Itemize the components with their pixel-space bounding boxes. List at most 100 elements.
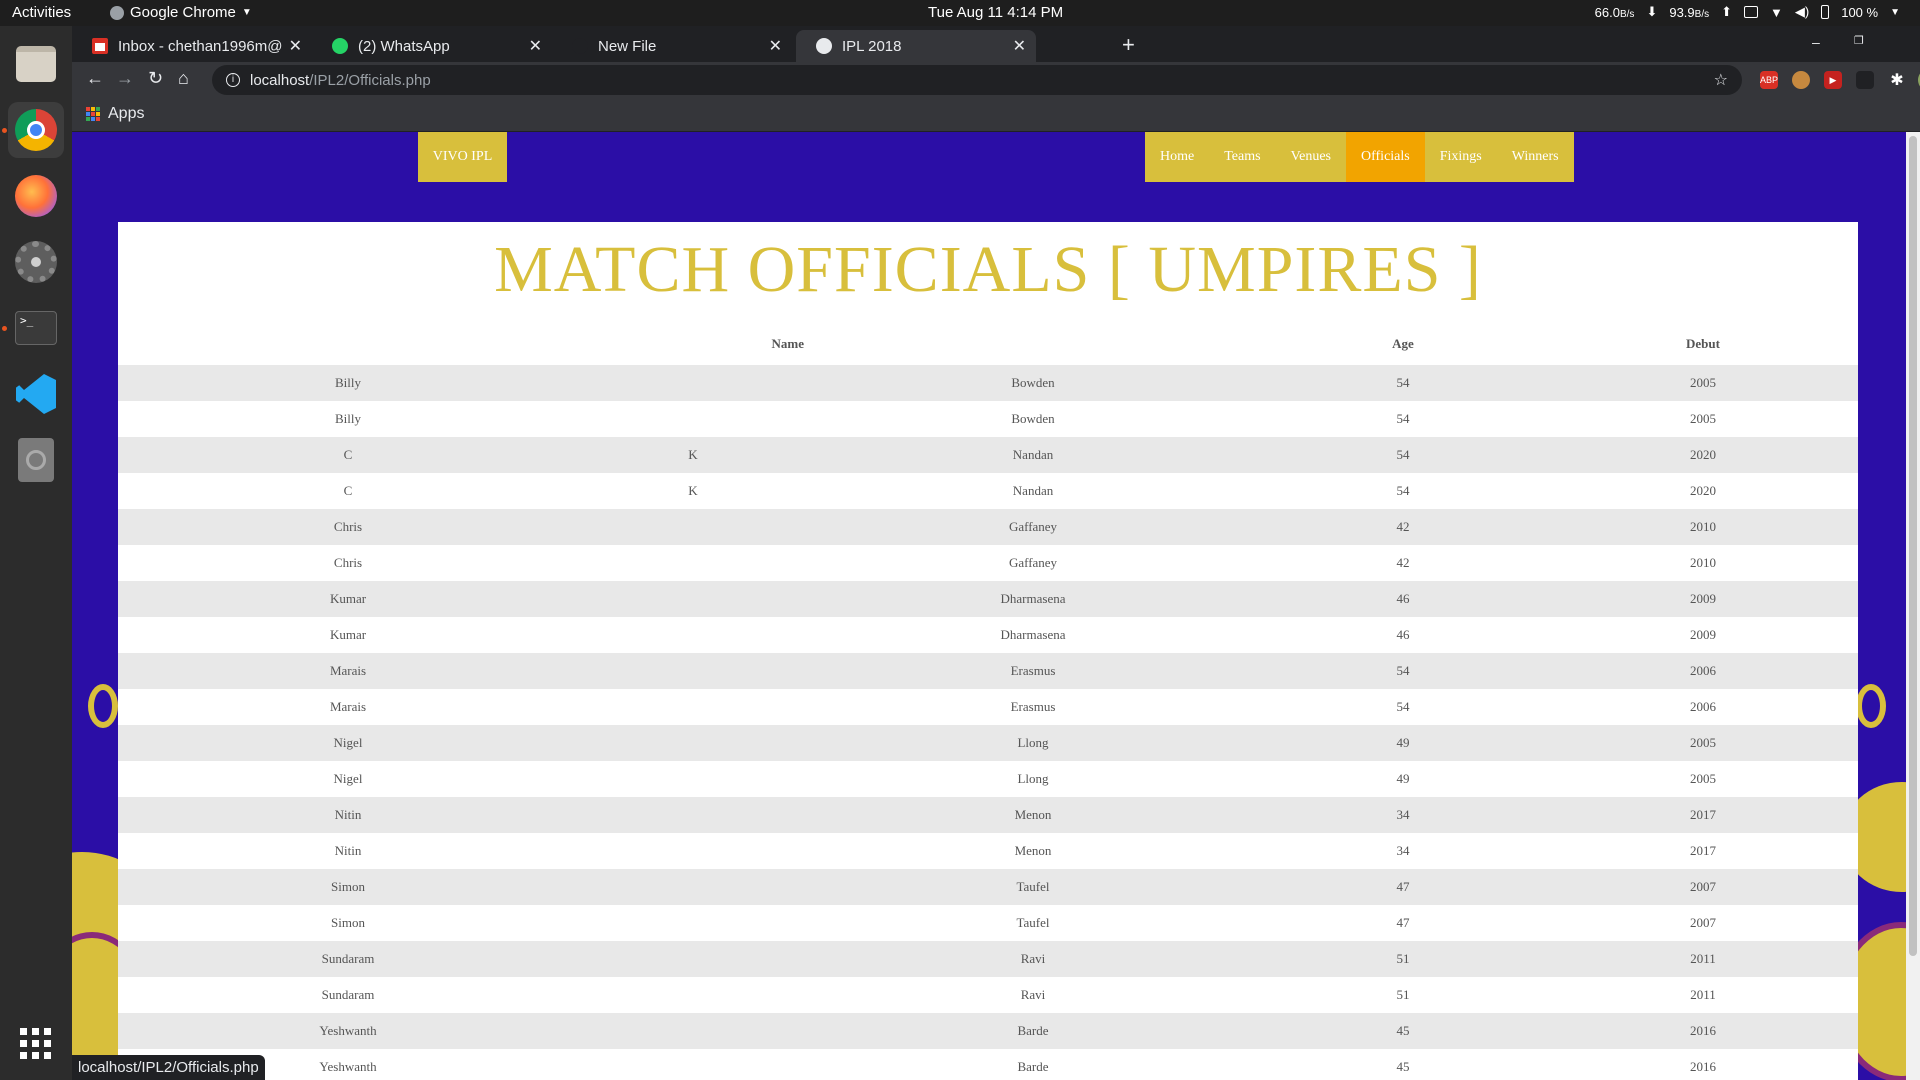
cookie-icon[interactable] (1792, 71, 1810, 89)
chrome-app-icon[interactable] (8, 102, 64, 158)
table-row: Yeshwanth Barde 45 2016 (118, 1049, 1858, 1080)
power-menu-icon: ▼ (1890, 6, 1900, 18)
first-name-cell: Nigel (333, 735, 363, 750)
bookmark-star-icon[interactable]: ☆ (1714, 70, 1728, 90)
show-applications-icon[interactable] (20, 1028, 51, 1059)
nav-winners[interactable]: Winners (1497, 132, 1574, 182)
debut-cell: 2006 (1690, 699, 1716, 714)
first-name-cell: Nitin (334, 807, 362, 822)
minimize-icon[interactable]: – (1812, 34, 1820, 50)
age-cell: 54 (1396, 483, 1410, 498)
chevron-down-icon: ▼ (241, 7, 252, 18)
last-name-cell: Ravi (1020, 987, 1046, 1002)
apps-grid-icon (86, 107, 100, 121)
nav-fixings[interactable]: Fixings (1425, 132, 1497, 182)
debut-cell: 2017 (1690, 807, 1716, 822)
decorative-ring-right (1856, 684, 1886, 728)
nav-officials[interactable]: Officials (1346, 132, 1425, 182)
ubuntu-dock: >_ (0, 26, 72, 1080)
address-bar[interactable]: i localhost /IPL2/Officials.php ☆ (212, 65, 1742, 95)
vscode-app-icon[interactable] (8, 366, 64, 422)
table-row: Billy Bowden 54 2005 (118, 401, 1858, 437)
nav-venues[interactable]: Venues (1276, 132, 1346, 182)
age-cell: 47 (1396, 915, 1410, 930)
close-icon[interactable]: ✕ (529, 36, 542, 56)
site-brand[interactable]: VIVO IPL (418, 132, 507, 182)
last-name-cell: Erasmus (1010, 699, 1056, 714)
clock[interactable]: Tue Aug 11 4:14 PM (928, 4, 1063, 21)
apps-shortcut[interactable]: Apps (86, 105, 144, 123)
net-down-speed: 66.0B/s (1595, 5, 1635, 20)
dark-mode-ext-icon[interactable] (1856, 71, 1874, 89)
debut-cell: 2010 (1690, 555, 1716, 570)
header-spacer (808, 322, 1258, 365)
tab-gmail[interactable]: Inbox - chethan1996m@ ✕ (72, 30, 312, 62)
net-down-value: 66.0 (1594, 4, 1620, 20)
video-ext-icon[interactable]: ▶ (1824, 71, 1842, 89)
apps-label: Apps (108, 105, 145, 122)
disc-app-icon[interactable] (8, 432, 64, 488)
chrome-logo-icon (15, 109, 57, 151)
folder-icon (16, 46, 56, 82)
last-name-cell: Taufel (1016, 879, 1050, 894)
forward-icon[interactable]: → (116, 68, 134, 89)
middle-name-cell (578, 725, 808, 761)
age-cell: 42 (1396, 519, 1410, 534)
reload-icon[interactable]: ↻ (148, 68, 163, 89)
site-info-icon[interactable]: i (226, 73, 240, 87)
wifi-icon: ▼ (1770, 4, 1783, 20)
age-cell: 34 (1396, 843, 1410, 858)
middle-name-cell (578, 1049, 808, 1080)
close-icon[interactable]: ✕ (1013, 36, 1026, 56)
age-cell: 34 (1396, 807, 1410, 822)
adblock-icon[interactable]: ABP (1760, 71, 1778, 89)
system-tray[interactable]: 66.0B/s ⬇ 93.9B/s ⬆ ▼ ◀) 100 % ▼ (1595, 4, 1900, 20)
middle-name-cell (578, 509, 808, 545)
close-icon[interactable]: ✕ (769, 36, 782, 56)
terminal-app-icon[interactable]: >_ (8, 300, 64, 356)
table-row: Chris Gaffaney 42 2010 (118, 545, 1858, 581)
extensions-puzzle-icon[interactable]: ✱ (1888, 71, 1906, 89)
middle-name-cell: K (688, 447, 698, 462)
age-cell: 54 (1396, 663, 1410, 678)
middle-name-cell (578, 581, 808, 617)
chrome-small-icon (110, 5, 124, 20)
files-app-icon[interactable] (8, 36, 64, 92)
firefox-app-icon[interactable] (8, 168, 64, 224)
tab-strip: Inbox - chethan1996m@ ✕ (2) WhatsApp ✕ N… (72, 26, 1920, 62)
table-row: Sundaram Ravi 51 2011 (118, 977, 1858, 1013)
site-nav: Home Teams Venues Officials Fixings Winn… (1145, 132, 1574, 182)
settings-app-icon[interactable] (8, 234, 64, 290)
close-icon[interactable]: ✕ (289, 36, 302, 56)
url-host: localhost (250, 71, 310, 89)
last-name-cell: Gaffaney (1008, 519, 1058, 534)
tab-whatsapp[interactable]: (2) WhatsApp ✕ (312, 30, 552, 62)
debut-cell: 2005 (1690, 411, 1716, 426)
system-top-bar: Activities Google Chrome ▼ Tue Aug 11 4:… (0, 0, 1920, 26)
back-icon[interactable]: ← (86, 68, 104, 89)
last-name-cell: Dharmasena (1000, 627, 1066, 642)
globe-icon (816, 38, 832, 54)
middle-name-cell (578, 401, 808, 437)
nav-teams[interactable]: Teams (1209, 132, 1275, 182)
app-menu[interactable]: Google Chrome ▼ (110, 4, 252, 21)
last-name-cell: Barde (1017, 1059, 1049, 1074)
debut-cell: 2011 (1690, 987, 1716, 1002)
first-name-cell: C (343, 447, 353, 462)
new-tab-icon[interactable]: + (1122, 32, 1135, 58)
home-icon[interactable]: ⌂ (178, 68, 189, 89)
tab-new-file[interactable]: New File ✕ (552, 30, 792, 62)
nav-home[interactable]: Home (1145, 132, 1209, 182)
scrollbar-thumb[interactable] (1909, 136, 1917, 956)
browser-toolbar: ← → ↻ ⌂ i localhost /IPL2/Officials.php … (72, 62, 1920, 98)
last-name-cell: Nandan (1012, 483, 1054, 498)
firefox-logo-icon (15, 175, 57, 217)
tab-ipl-2018[interactable]: IPL 2018 ✕ (796, 30, 1036, 62)
middle-name-cell (578, 617, 808, 653)
screen-cast-icon (1744, 6, 1759, 18)
page-scrollbar[interactable] (1906, 132, 1920, 1080)
activities-button[interactable]: Activities (12, 4, 71, 21)
header-age: Age (1392, 335, 1414, 351)
restore-icon[interactable]: ❐ (1854, 34, 1864, 47)
age-cell: 42 (1396, 555, 1410, 570)
